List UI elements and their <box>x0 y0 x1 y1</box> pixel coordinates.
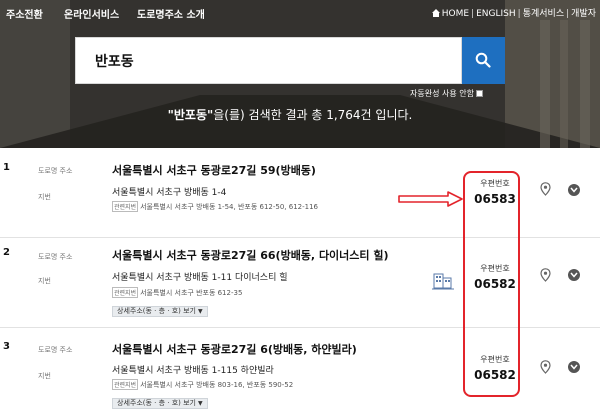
autocomplete-label: 자동완성 사용 안함 <box>410 89 474 98</box>
building-icon[interactable] <box>432 271 454 291</box>
expand-chevron-icon[interactable] <box>568 361 580 373</box>
jibun-label: 지번 <box>38 193 51 201</box>
map-pin-icon[interactable] <box>540 268 551 282</box>
result-summary: "반포동"을(를) 검색한 결과 총 1,764건 입니다. <box>0 106 580 123</box>
road-address[interactable]: 서울특별시 서초구 동광로27길 6(방배동, 하얀빌라) <box>112 341 357 357</box>
result-count-text: 을(를) 검색한 결과 총 1,764건 입니다. <box>213 108 413 122</box>
related-jibun-tag: 관련지번 <box>112 379 139 390</box>
top-navigation: 주소전환 온라인서비스 도로명주소 소개 HOME | ENGLISH | 통계서비스 |… <box>0 0 600 26</box>
result-number: 1 <box>3 162 10 173</box>
search-button[interactable] <box>462 37 505 84</box>
zipcode-highlight-box <box>463 171 520 397</box>
home-link[interactable]: HOME <box>442 9 469 19</box>
related-jibun-text: 서울특별시 서초구 반포동 612-35 <box>140 289 243 297</box>
detail-address-label: 상세주소(동 · 층 · 호) 보기 <box>117 399 196 407</box>
autocomplete-toggle[interactable]: 자동완성 사용 안함 <box>410 88 483 99</box>
caret-down-icon: ▼ <box>198 400 203 407</box>
jibun-address: 서울특별시 서초구 방배동 1-115 하얀빌라 <box>112 366 274 376</box>
jibun-address: 서울특별시 서초구 방배동 1-4 <box>112 188 227 198</box>
road-address-label: 도로명 주소 <box>38 253 73 261</box>
related-jibun: 관련지번 서울특별시 서초구 방배동 1-54, 반포동 612-50, 612-… <box>112 201 318 212</box>
map-pin-icon[interactable] <box>540 360 551 374</box>
detail-address-label: 상세주소(동 · 층 · 호) 보기 <box>117 307 196 315</box>
road-address[interactable]: 서울특별시 서초구 동광로27길 59(방배동) <box>112 162 316 178</box>
detail-address-button[interactable]: 상세주소(동 · 층 · 호) 보기 ▼ <box>112 306 208 317</box>
related-jibun-text: 서울특별시 서초구 방배동 803-16, 반포동 590-52 <box>140 381 294 389</box>
expand-chevron-icon[interactable] <box>568 269 580 281</box>
statistics-link[interactable]: 통계서비스 <box>523 9 564 19</box>
detail-address-button[interactable]: 상세주소(동 · 층 · 호) 보기 ▼ <box>112 398 208 409</box>
jibun-label: 지번 <box>38 277 51 285</box>
utility-links: HOME | ENGLISH | 통계서비스 | 개발자 <box>431 6 596 19</box>
result-keyword: "반포동" <box>167 108 214 122</box>
related-jibun-text: 서울특별시 서초구 방배동 1-54, 반포동 612-50, 612-116 <box>140 203 318 211</box>
jibun-address: 서울특별시 서초구 방배동 1-11 다이너스티 힐 <box>112 273 288 283</box>
autocomplete-checkbox[interactable] <box>475 90 483 97</box>
developer-link[interactable]: 개발자 <box>571 9 596 19</box>
hero-banner: 주소전환 온라인서비스 도로명주소 소개 HOME | ENGLISH | 통계서비스 |… <box>0 0 600 148</box>
search-icon <box>475 52 491 68</box>
search-box <box>75 37 462 84</box>
road-address-label: 도로명 주소 <box>38 167 73 175</box>
english-link[interactable]: ENGLISH <box>476 9 516 19</box>
result-number: 2 <box>3 247 10 258</box>
home-icon <box>431 9 440 17</box>
road-address-label: 도로명 주소 <box>38 346 73 354</box>
map-pin-icon[interactable] <box>540 182 551 196</box>
road-address[interactable]: 서울특별시 서초구 동광로27길 66(방배동, 다이너스티 힐) <box>112 247 389 263</box>
annotation-arrow-icon <box>398 191 463 207</box>
jibun-label: 지번 <box>38 372 51 380</box>
nav-item-road-address-intro[interactable]: 도로명주소 소개 <box>137 6 205 21</box>
nav-item-online-service[interactable]: 온라인서비스 <box>64 6 119 21</box>
related-jibun: 관련지번 서울특별시 서초구 반포동 612-35 <box>112 287 242 298</box>
expand-chevron-icon[interactable] <box>568 184 580 196</box>
result-number: 3 <box>3 341 10 352</box>
nav-item-address-conversion[interactable]: 주소전환 <box>6 6 43 21</box>
related-jibun: 관련지번 서울특별시 서초구 방배동 803-16, 반포동 590-52 <box>112 379 293 390</box>
caret-down-icon: ▼ <box>198 308 203 315</box>
search-input[interactable] <box>76 38 461 83</box>
related-jibun-tag: 관련지번 <box>112 287 139 298</box>
related-jibun-tag: 관련지번 <box>112 201 139 212</box>
